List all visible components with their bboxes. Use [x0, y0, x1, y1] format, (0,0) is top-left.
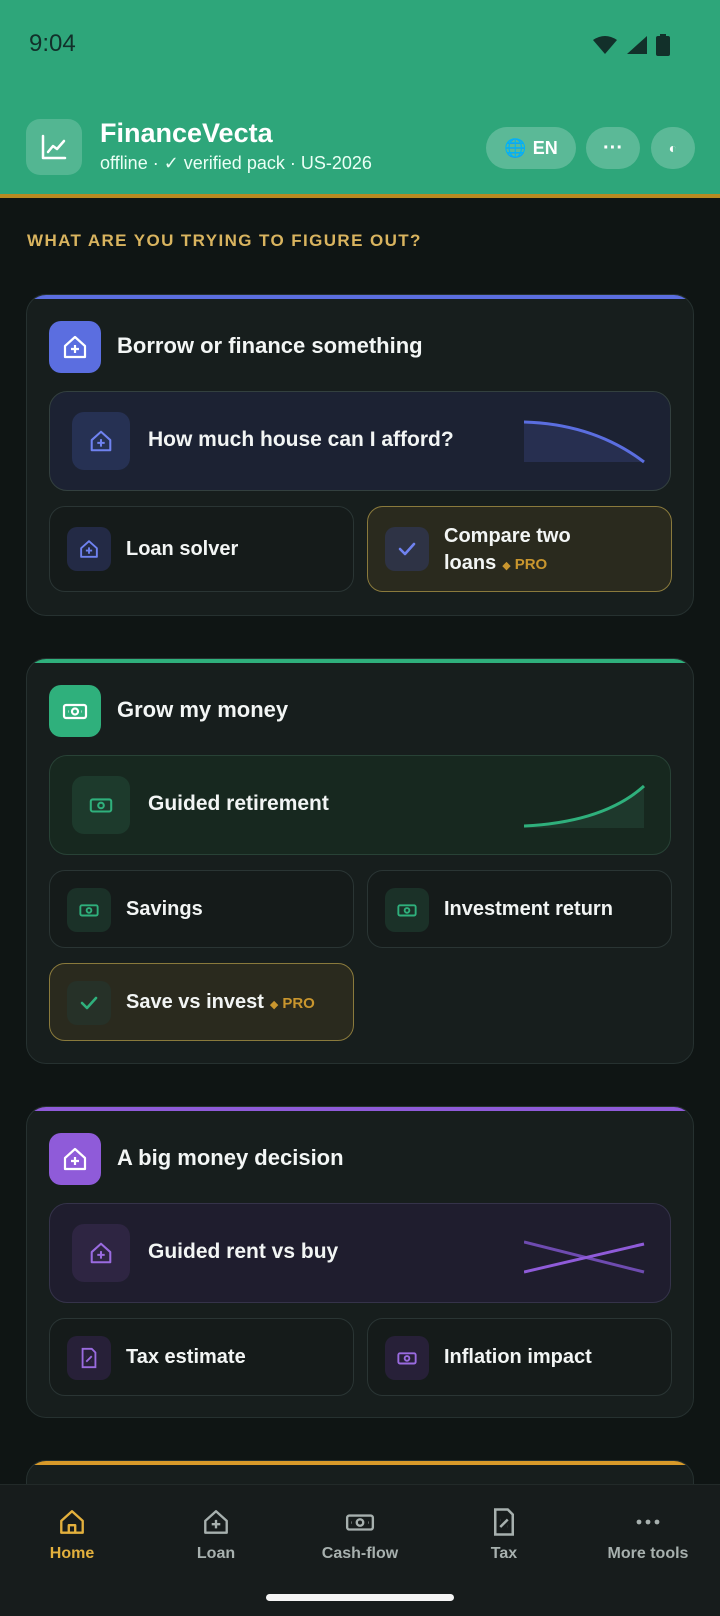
language-button[interactable]: 🌐 EN	[486, 127, 576, 169]
tile-save-vs-invest[interactable]: Save vs invest ◆ PRO	[49, 963, 354, 1041]
cash-icon	[72, 776, 130, 834]
battery-icon	[656, 34, 670, 56]
card-accent-line	[27, 1107, 693, 1111]
tile-label: Savings	[126, 898, 203, 920]
status-time: 9:04	[29, 30, 76, 57]
tile-tax-estimate[interactable]: Tax estimate	[49, 1318, 354, 1396]
house-icon	[67, 527, 111, 571]
tile-inflation-impact[interactable]: Inflation impact	[367, 1318, 672, 1396]
cash-icon	[288, 1503, 432, 1541]
more-icon	[576, 1503, 720, 1541]
declining-curve-icon	[524, 420, 645, 464]
hero-house-afford[interactable]: How much house can I afford?	[49, 391, 671, 491]
tile-label: Loan solver	[126, 538, 239, 560]
tile-label-wrap: Compare two loans ◆ PRO	[444, 523, 644, 580]
tile-label: Inflation impact	[444, 1346, 592, 1368]
nav-home[interactable]: Home	[0, 1503, 144, 1563]
hero-label: Guided retirement	[148, 792, 329, 815]
card-accent-line	[27, 659, 693, 663]
tile-investment-return[interactable]: Investment return	[367, 870, 672, 948]
app-title: FinanceVecta	[100, 118, 273, 148]
group-card-grow: Grow my money Guided retirement Savings …	[26, 658, 694, 1064]
nav-label: Cash-flow	[321, 1545, 399, 1562]
card-accent-line	[27, 295, 693, 299]
pro-badge: ◆ PRO	[502, 556, 548, 573]
cash-icon	[385, 1336, 429, 1380]
app-header: FinanceVecta offline · ✓ verified pack ·…	[0, 96, 720, 198]
card-accent-line	[27, 1461, 693, 1465]
home-gesture-bar[interactable]	[266, 1594, 454, 1601]
hero-rent-vs-buy[interactable]: Guided rent vs buy	[49, 1203, 671, 1303]
crossing-lines-icon	[524, 1240, 645, 1274]
pro-badge: ◆ PRO	[269, 995, 315, 1012]
tile-label: Investment return	[444, 898, 613, 920]
house-icon	[72, 412, 130, 470]
group-title: Borrow or finance something	[117, 333, 423, 358]
status-icons	[592, 34, 670, 56]
tile-label-wrap: Save vs invest ◆ PRO	[126, 991, 315, 1014]
hero-label: Guided rent vs buy	[148, 1240, 339, 1263]
theme-toggle-button[interactable]: ◐	[651, 127, 695, 169]
growth-curve-icon	[524, 784, 646, 828]
globe-icon: 🌐	[504, 137, 527, 158]
house-icon	[49, 321, 101, 373]
tile-compare-two-loans[interactable]: Compare two loans ◆ PRO	[367, 506, 672, 592]
tile-label: Tax estimate	[126, 1346, 246, 1368]
tile-loan-solver[interactable]: Loan solver	[49, 506, 354, 592]
section-heading: WHAT ARE YOU TRYING TO FIGURE OUT?	[27, 231, 422, 250]
check-icon	[385, 527, 429, 571]
tile-savings[interactable]: Savings	[49, 870, 354, 948]
wifi-icon	[593, 36, 617, 54]
nav-label: Loan	[196, 1545, 236, 1562]
group-title: Grow my money	[117, 697, 289, 722]
contrast-icon: ◐	[668, 140, 678, 156]
nav-label: Home	[49, 1545, 95, 1562]
status-bar: 9:04	[0, 0, 720, 96]
tax-document-icon	[67, 1336, 111, 1380]
tile-label: Save vs invest	[126, 991, 264, 1013]
app-logo-chart-icon	[26, 119, 82, 175]
signal-icon	[627, 36, 647, 54]
nav-more-tools[interactable]: More tools	[576, 1503, 720, 1563]
language-label: EN	[532, 137, 558, 158]
nav-tax[interactable]: Tax	[432, 1503, 576, 1563]
hero-label: How much house can I afford?	[148, 428, 454, 451]
overflow-menu-button[interactable]: ···	[586, 127, 640, 169]
house-icon	[49, 1133, 101, 1185]
nav-cash-flow[interactable]: Cash-flow	[288, 1503, 432, 1563]
nav-label: More tools	[607, 1545, 689, 1562]
nav-loan[interactable]: Loan	[144, 1503, 288, 1563]
tax-icon	[432, 1503, 576, 1541]
more-dots-icon: ···	[603, 136, 623, 159]
house-icon	[72, 1224, 130, 1282]
loan-icon	[144, 1503, 288, 1541]
home-icon	[0, 1503, 144, 1541]
hero-guided-retirement[interactable]: Guided retirement	[49, 755, 671, 855]
group-card-decision: A big money decision Guided rent vs buy …	[26, 1106, 694, 1418]
nav-label: Tax	[490, 1545, 518, 1562]
cash-icon	[67, 888, 111, 932]
cash-icon	[385, 888, 429, 932]
cash-icon	[49, 685, 101, 737]
group-title: A big money decision	[117, 1145, 344, 1170]
app-subtitle: offline · ✓ verified pack · US-2026	[100, 153, 372, 173]
check-icon	[67, 981, 111, 1025]
group-card-borrow: Borrow or finance something How much hou…	[26, 294, 694, 616]
